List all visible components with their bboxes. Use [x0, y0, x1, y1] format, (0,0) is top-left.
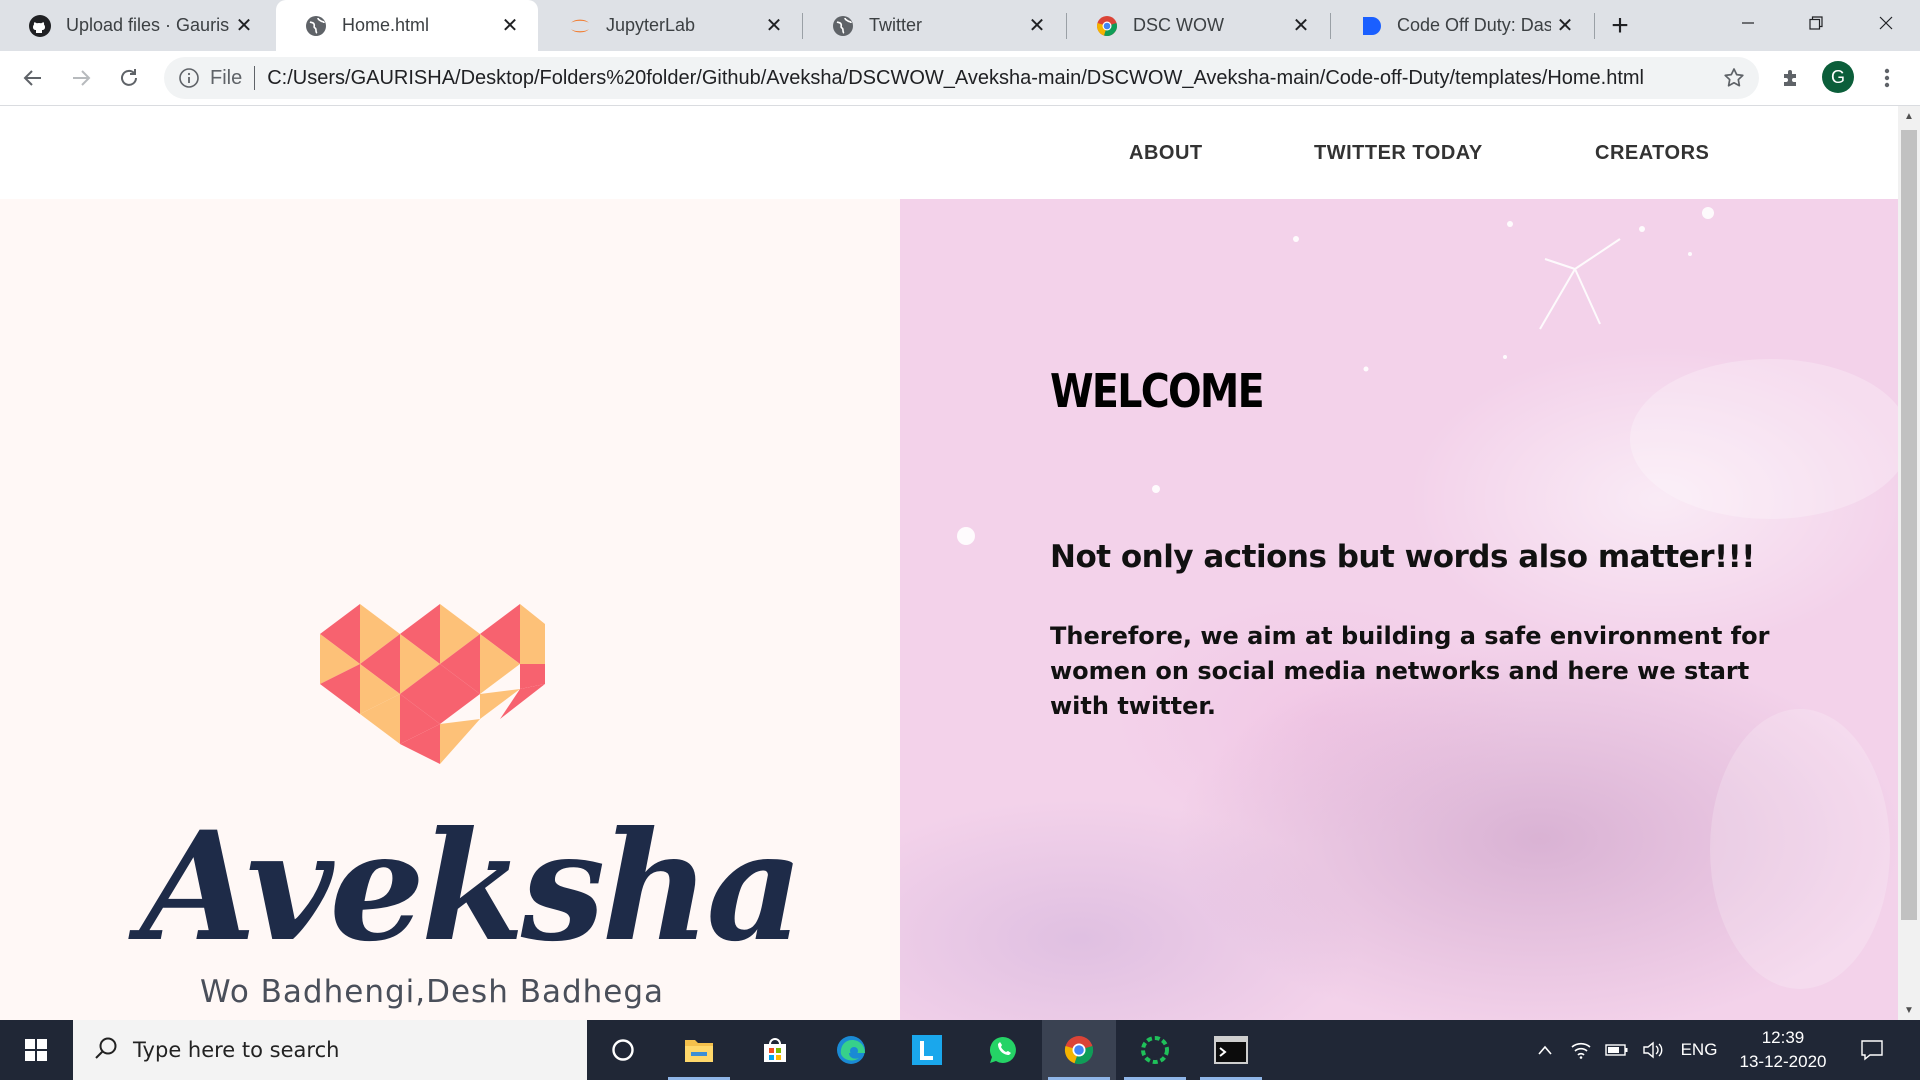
restore-icon[interactable]	[1782, 0, 1850, 46]
tab-title: Home.html	[342, 15, 430, 35]
notification-center-icon[interactable]	[1852, 1020, 1892, 1080]
tab-title: JupyterLab	[606, 15, 696, 35]
page-viewport: ABOUT TWITTER TODAY CREATORS Aveksha Wo …	[0, 106, 1898, 1020]
tab-title: Twitter	[869, 15, 923, 35]
sparkle-decoration	[957, 207, 1898, 989]
file-explorer-icon[interactable]	[662, 1020, 736, 1080]
browser-tab-strip: Upload files · Gaurisha ✕ Home.html ✕ Ju…	[0, 0, 1920, 51]
volume-icon[interactable]	[1638, 1020, 1668, 1080]
nav-twitter-today-link[interactable]: TWITTER TODAY	[1314, 142, 1483, 165]
welcome-heading: WELCOME	[1050, 364, 1265, 418]
cortana-icon[interactable]	[586, 1020, 660, 1080]
address-bar[interactable]: File C:/Users/GAURISHA/Desktop/Folders%2…	[164, 57, 1759, 99]
clock-time: 12:39	[1761, 1028, 1805, 1047]
profile-avatar[interactable]: G	[1822, 61, 1854, 93]
windows-taskbar: Type here to search ENG 12:39 13-12-2020	[0, 1020, 1920, 1080]
close-tab-icon[interactable]: ✕	[1023, 12, 1051, 40]
back-icon[interactable]	[16, 61, 50, 95]
terminal-icon[interactable]	[1194, 1020, 1268, 1080]
hero-welcome-panel: WELCOME Not only actions but words also …	[900, 199, 1898, 1020]
tab-jupyterlab[interactable]: JupyterLab ✕	[540, 0, 802, 51]
language-indicator[interactable]: ENG	[1676, 1020, 1722, 1080]
close-tab-icon[interactable]: ✕	[496, 12, 524, 40]
tab-separator	[1594, 13, 1595, 39]
scroll-up-arrow-icon[interactable]: ▲	[1898, 106, 1920, 126]
hero-mission-text: Therefore, we aim at building a safe env…	[1050, 622, 1770, 720]
chrome-icon[interactable]	[1042, 1020, 1116, 1080]
close-tab-icon[interactable]: ✕	[230, 12, 258, 40]
heart-logo-icon	[320, 604, 545, 764]
search-placeholder: Type here to search	[133, 1038, 340, 1062]
loading-app-icon[interactable]	[1118, 1020, 1192, 1080]
jupyter-icon	[568, 14, 592, 38]
chrome-icon	[1095, 14, 1119, 38]
taskbar-search-box[interactable]: Type here to search	[73, 1020, 587, 1080]
brand-slogan: Wo Badhengi,Desh Badhega	[200, 974, 665, 1010]
brand-wordmark: Aveksha	[140, 799, 804, 975]
l-app-icon[interactable]	[890, 1020, 964, 1080]
github-icon	[28, 14, 52, 38]
tab-twitter[interactable]: Twitter ✕	[803, 0, 1065, 51]
close-window-icon[interactable]	[1852, 0, 1920, 46]
url-text[interactable]: C:/Users/GAURISHA/Desktop/Folders%20fold…	[267, 67, 1719, 90]
globe-icon	[304, 14, 328, 38]
whatsapp-icon[interactable]	[966, 1020, 1040, 1080]
page-scrollbar[interactable]: ▲ ▼	[1898, 106, 1920, 1020]
globe-icon	[831, 14, 855, 38]
tab-home-html[interactable]: Home.html ✕	[276, 0, 538, 51]
tab-title: DSC WOW	[1133, 15, 1224, 35]
tab-title: Code Off Duty: Dashboard	[1397, 15, 1551, 35]
close-tab-icon[interactable]: ✕	[1287, 12, 1315, 40]
forward-icon[interactable]	[64, 61, 98, 95]
new-tab-button[interactable]: +	[1604, 9, 1636, 42]
tab-title: Upload files · Gaurisha	[66, 15, 230, 35]
minimize-icon[interactable]	[1714, 0, 1782, 46]
edge-icon[interactable]	[814, 1020, 888, 1080]
clock-date: 13-12-2020	[1739, 1052, 1827, 1071]
browser-toolbar: File C:/Users/GAURISHA/Desktop/Folders%2…	[0, 51, 1920, 106]
hero-tagline: Not only actions but words also matter!!…	[1050, 539, 1755, 575]
bookmark-star-icon[interactable]	[1719, 63, 1749, 93]
address-divider	[254, 66, 256, 90]
devpost-icon	[1359, 14, 1383, 38]
nav-about-link[interactable]: ABOUT	[1129, 142, 1203, 165]
close-tab-icon[interactable]: ✕	[1551, 12, 1579, 40]
extensions-puzzle-icon[interactable]	[1774, 61, 1808, 95]
battery-icon[interactable]	[1602, 1020, 1632, 1080]
show-hidden-icons-chevron-icon[interactable]	[1530, 1020, 1560, 1080]
reload-icon[interactable]	[112, 61, 146, 95]
site-header: ABOUT TWITTER TODAY CREATORS	[0, 106, 1898, 199]
search-icon	[93, 1035, 119, 1066]
wifi-icon[interactable]	[1566, 1020, 1596, 1080]
scroll-down-arrow-icon[interactable]: ▼	[1898, 1000, 1920, 1020]
scroll-thumb[interactable]	[1901, 130, 1917, 920]
tab-dsc-wow[interactable]: DSC WOW ✕	[1067, 0, 1329, 51]
menu-kebab-icon[interactable]	[1870, 61, 1904, 95]
scheme-label: File	[210, 66, 243, 89]
windows-start-icon[interactable]	[0, 1020, 72, 1080]
tab-code-off-duty[interactable]: Code Off Duty: Dashboard ✕	[1331, 0, 1593, 51]
tab-upload-files[interactable]: Upload files · Gaurisha ✕	[0, 0, 272, 51]
info-icon[interactable]	[178, 67, 200, 89]
store-icon[interactable]	[738, 1020, 812, 1080]
taskbar-clock[interactable]: 12:39 13-12-2020	[1728, 1026, 1838, 1074]
hero-logo-panel: Aveksha Wo Badhengi,Desh Badhega	[0, 199, 900, 1020]
nav-creators-link[interactable]: CREATORS	[1595, 142, 1709, 165]
close-tab-icon[interactable]: ✕	[760, 12, 788, 40]
